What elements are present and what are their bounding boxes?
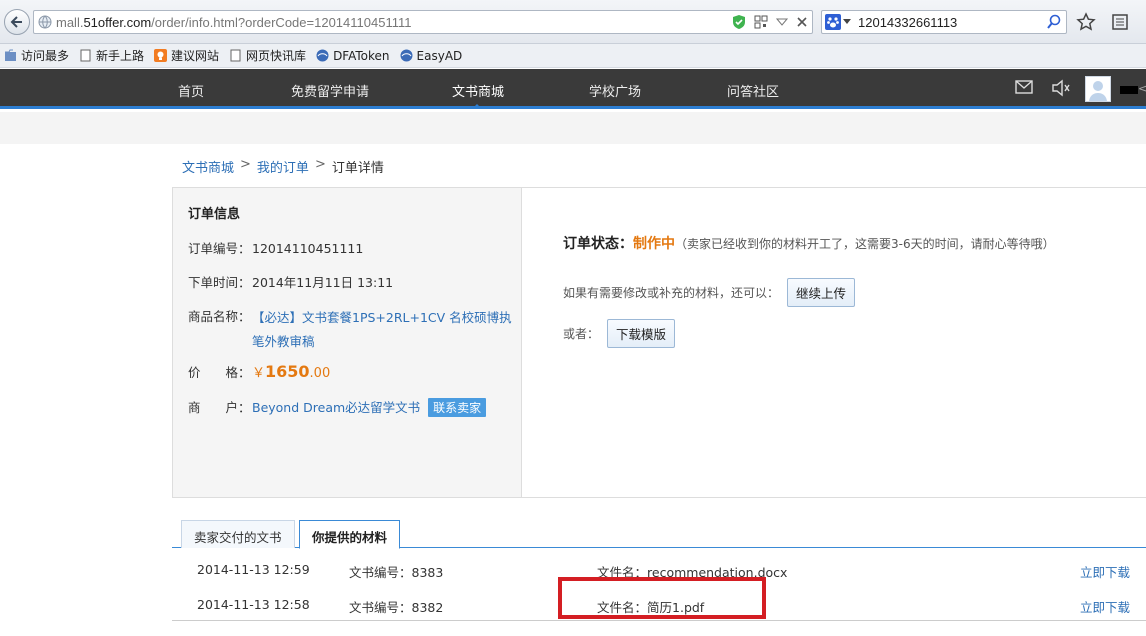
search-icon[interactable] — [1046, 14, 1062, 30]
product-name-link[interactable]: 【必达】文书套餐1PS+2RL+1CV 名校硕博执笔外教审稿 — [252, 306, 514, 354]
order-number-row: 订单编号：12014110451111 — [188, 238, 363, 257]
close-icon[interactable] — [796, 16, 808, 28]
user-avatar-icon — [1089, 81, 1107, 101]
annotation-highlight-box — [558, 577, 766, 619]
nav-free-application[interactable]: 免费留学申请 — [291, 81, 369, 100]
active-nav-caret — [472, 104, 482, 109]
chevron-down-icon — [843, 19, 851, 24]
file-number: 文书编号：8382 — [349, 600, 444, 615]
shield-check-icon[interactable] — [732, 14, 746, 30]
sub-header-band — [0, 112, 1146, 144]
status-value: 制作中 — [633, 236, 675, 252]
circle-site-icon — [316, 49, 329, 62]
order-time: 2014年11月11日 13:11 — [252, 275, 394, 290]
merchant-link[interactable]: Beyond Dream必达留学文书 — [252, 400, 420, 415]
bookmark-easyad[interactable]: EasyAD — [400, 49, 462, 63]
merchant-row: 商 户：Beyond Dream必达留学文书 联系卖家 — [188, 397, 487, 417]
order-number: 12014110451111 — [252, 241, 364, 256]
site-nav: 首页 免费留学申请 文书商城 学校广场 问答社区 <3 — [0, 69, 1146, 109]
nav-school-plaza[interactable]: 学校广场 — [589, 81, 641, 100]
username-tail: <3 — [1138, 82, 1146, 95]
order-time-row: 下单时间：2014年11月11日 13:11 — [188, 272, 393, 291]
star-folder-icon — [5, 49, 16, 61]
bookmark-frequent[interactable]: 访问最多 — [4, 47, 69, 64]
status-label: 订单状态： — [563, 236, 633, 252]
product-label: 商品名称： — [188, 309, 251, 324]
order-info-title: 订单信息 — [188, 207, 241, 222]
globe-icon — [38, 15, 52, 29]
page-icon — [80, 49, 91, 62]
reading-list-icon[interactable] — [1110, 12, 1130, 32]
tab-your-materials[interactable]: 你提供的材料 — [299, 520, 401, 549]
bookmarks-bar: 访问最多 新手上路 建议网站 网页快讯库 DFAToken EasyAD — [0, 44, 1146, 68]
contact-seller-button[interactable]: 联系卖家 — [428, 398, 487, 417]
modify-hint-row: 如果有需要修改或补充的材料，还可以： 继续上传 — [563, 278, 856, 307]
favorite-star-icon[interactable] — [1076, 12, 1096, 32]
order-panel: 订单信息 订单编号：12014110451111 下单时间：2014年11月11… — [172, 187, 1146, 498]
download-template-button[interactable]: 下载模版 — [607, 319, 676, 348]
page-icon — [230, 49, 241, 62]
price-label: 价 格： — [188, 365, 251, 380]
breadcrumb-my-orders[interactable]: 我的订单 — [257, 157, 309, 176]
search-engine-selector[interactable] — [825, 14, 851, 30]
breadcrumb: 文书商城 > 我的订单 > 订单详情 — [182, 157, 384, 176]
modify-hint: 如果有需要修改或补充的材料，还可以： — [563, 286, 780, 300]
or-label: 或者： — [563, 327, 600, 341]
nav-essay-mall[interactable]: 文书商城 — [452, 81, 504, 100]
order-number-label: 订单编号： — [188, 241, 251, 256]
search-bar[interactable]: 12014332661113 — [821, 10, 1067, 34]
browser-toolbar: mall.51offer.com/order/info.html?orderCo… — [0, 0, 1146, 44]
search-input[interactable]: 12014332661113 — [858, 15, 957, 30]
material-tabs: 卖家交付的文书 你提供的材料 — [172, 518, 1146, 549]
tab-seller-delivered[interactable]: 卖家交付的文书 — [181, 520, 295, 548]
nav-qa-community[interactable]: 问答社区 — [727, 81, 779, 100]
price-row: 价 格：￥1650.00 — [188, 362, 330, 381]
lightbulb-icon — [154, 49, 168, 62]
price-currency: ￥ — [252, 366, 266, 381]
order-status-line: 订单状态：制作中（卖家已经收到你的材料开工了，这需要3-6天的时间，请耐心等待哦… — [563, 233, 1055, 253]
speaker-icon[interactable] — [1051, 79, 1071, 97]
product-label-row: 商品名称： — [188, 306, 252, 325]
url-text[interactable]: mall.51offer.com/order/info.html?orderCo… — [56, 15, 411, 30]
back-button[interactable] — [4, 9, 30, 35]
mail-icon[interactable] — [1015, 80, 1033, 94]
template-row: 或者： 下载模版 — [563, 319, 676, 348]
address-bar[interactable]: mall.51offer.com/order/info.html?orderCo… — [33, 10, 813, 34]
file-date: 2014-11-13 12:58 — [197, 597, 310, 612]
order-time-label: 下单时间： — [188, 275, 251, 290]
row-divider — [172, 620, 1146, 621]
file-number: 文书编号：8383 — [349, 565, 444, 580]
avatar[interactable] — [1085, 76, 1111, 102]
breadcrumb-separator: > — [314, 157, 326, 172]
merchant-label: 商 户： — [188, 400, 251, 415]
circle-site-icon — [400, 49, 413, 62]
bookmark-suggested-sites[interactable]: 建议网站 — [154, 47, 219, 64]
file-date: 2014-11-13 12:59 — [197, 562, 310, 577]
download-now-link[interactable]: 立即下载 — [1080, 562, 1130, 581]
breadcrumb-current: 订单详情 — [331, 161, 384, 176]
bookmark-dfatoken[interactable]: DFAToken — [316, 49, 390, 63]
breadcrumb-essay-mall[interactable]: 文书商城 — [182, 157, 234, 176]
price-integer: 1650 — [265, 362, 310, 381]
bookmark-web-slice-gallery[interactable]: 网页快讯库 — [229, 47, 306, 64]
order-info-box: 订单信息 订单编号：12014110451111 下单时间：2014年11月11… — [173, 188, 522, 497]
dropdown-triangle-icon[interactable] — [776, 17, 788, 27]
qr-code-icon[interactable] — [754, 15, 768, 29]
status-area: 订单状态：制作中（卖家已经收到你的材料开工了，这需要3-6天的时间，请耐心等待哦… — [563, 233, 1055, 348]
baidu-paw-icon — [825, 14, 841, 30]
price-decimal: .00 — [309, 366, 331, 381]
redacted-username — [1120, 86, 1138, 94]
breadcrumb-separator: > — [240, 157, 251, 172]
download-now-link[interactable]: 立即下载 — [1080, 597, 1130, 616]
back-arrow-icon — [10, 16, 22, 28]
nav-home[interactable]: 首页 — [178, 81, 204, 100]
status-note: （卖家已经收到你的材料开工了，这需要3-6天的时间，请耐心等待哦） — [675, 237, 1055, 251]
bookmark-getting-started[interactable]: 新手上路 — [79, 47, 144, 64]
continue-upload-button[interactable]: 继续上传 — [787, 278, 856, 307]
